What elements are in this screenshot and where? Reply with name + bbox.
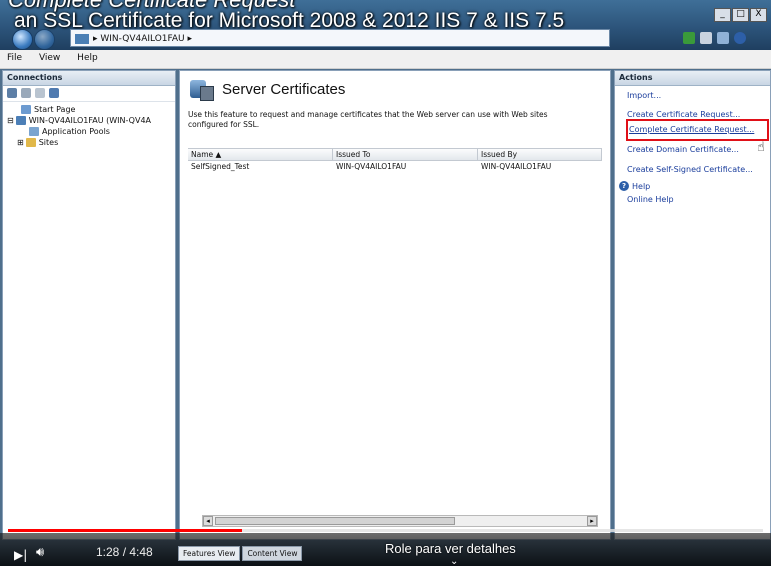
stop-icon[interactable] — [700, 32, 712, 44]
expand-icon[interactable]: ⊞ — [17, 137, 24, 148]
table-header: Name ▲ Issued To Issued By — [188, 148, 602, 161]
server-icon — [75, 33, 89, 44]
actions-pane: Actions Import... Create Certificate Req… — [614, 70, 771, 540]
video-progress-bar[interactable] — [8, 529, 763, 532]
page-title: Server Certificates — [222, 80, 346, 98]
certificates-table: Name ▲ Issued To Issued By SelfSigned_Te… — [188, 148, 602, 173]
connections-pane: Connections Start Page ⊟ WIN-QV4AILO1FAU… — [2, 70, 176, 540]
tree-item-label: Application Pools — [42, 127, 110, 136]
save-icon[interactable] — [21, 88, 31, 98]
action-online-help[interactable]: Online Help — [615, 192, 770, 208]
action-create-certificate-request[interactable]: Create Certificate Request... — [615, 106, 770, 120]
app-pool-icon — [29, 127, 39, 136]
menu-bar: File View Help — [0, 50, 771, 69]
feature-header: Server Certificates — [180, 71, 610, 107]
video-played-bar — [8, 529, 243, 532]
connections-tree: Start Page ⊟ WIN-QV4AILO1FAU (WIN-QV4A A… — [3, 102, 175, 148]
connect-icon[interactable] — [7, 88, 17, 98]
minimize-button[interactable]: _ — [714, 8, 731, 22]
action-help[interactable]: ? Help — [615, 180, 770, 192]
home-icon[interactable] — [717, 32, 729, 44]
help-label: Help — [632, 181, 651, 191]
tree-item-server[interactable]: ⊟ WIN-QV4AILO1FAU (WIN-QV4A — [7, 115, 175, 126]
volume-icon[interactable]: 🔊︎ — [36, 545, 44, 560]
feature-description: Use this feature to request and manage c… — [188, 110, 548, 129]
view-tabs: Features View Content View — [178, 546, 303, 561]
disconnect-icon[interactable] — [49, 88, 59, 98]
tree-item-start-page[interactable]: Start Page — [7, 104, 175, 115]
back-button[interactable] — [12, 29, 33, 50]
close-button[interactable]: X — [750, 8, 767, 22]
server-certificates-icon — [190, 78, 214, 101]
sites-folder-icon — [25, 138, 36, 147]
connections-toolbar — [3, 86, 175, 102]
tab-features-view[interactable]: Features View — [178, 546, 241, 561]
up-icon[interactable] — [35, 88, 45, 98]
video-buffered-bar — [242, 529, 673, 532]
scroll-left-icon[interactable]: ◂ — [203, 516, 213, 526]
cell-issued-by: WIN-QV4AILO1FAU — [481, 162, 552, 171]
server-icon — [15, 116, 26, 125]
play-pause-icon[interactable]: ▶| — [14, 548, 27, 562]
menu-help[interactable]: Help — [70, 50, 105, 63]
menu-view[interactable]: View — [32, 50, 67, 63]
tree-item-label: Start Page — [34, 105, 76, 114]
actions-heading: Actions — [615, 71, 770, 86]
tab-content-view[interactable]: Content View — [242, 546, 303, 561]
address-bar[interactable]: ▸ WIN-QV4AILO1FAU ▸ — [70, 29, 610, 47]
toolbar-right — [683, 30, 771, 46]
column-issued-by[interactable]: Issued By — [478, 149, 602, 160]
cell-issued-to: WIN-QV4AILO1FAU — [336, 162, 407, 171]
menu-file[interactable]: File — [0, 50, 29, 63]
overlay-hint: Role para ver detalhes — [385, 541, 516, 556]
tree-item-sites[interactable]: ⊞ Sites — [7, 137, 175, 148]
collapse-icon[interactable]: ⊟ — [7, 115, 14, 126]
connect-icon[interactable] — [683, 32, 695, 44]
column-name[interactable]: Name ▲ — [188, 149, 333, 160]
table-row[interactable]: SelfSigned_Test WIN-QV4AILO1FAU WIN-QV4A… — [188, 161, 602, 173]
connections-heading: Connections — [3, 71, 175, 86]
features-pane: Server Certificates Use this feature to … — [179, 70, 611, 540]
window-titlebar: Complete Certificate Request an SSL Cert… — [0, 0, 771, 50]
hand-cursor-icon: ☝ — [757, 140, 765, 155]
window-controls: _ □ X — [714, 8, 767, 22]
address-text: ▸ WIN-QV4AILO1FAU ▸ — [93, 34, 192, 44]
action-complete-certificate-request[interactable]: Complete Certificate Request... — [626, 119, 769, 141]
scroll-thumb[interactable] — [215, 517, 455, 525]
action-create-self-signed-certificate[interactable]: Create Self-Signed Certificate... — [615, 160, 770, 180]
column-issued-to[interactable]: Issued To — [333, 149, 478, 160]
help-icon: ? — [619, 181, 629, 191]
action-import[interactable]: Import... — [615, 86, 770, 106]
cell-name: SelfSigned_Test — [191, 162, 250, 171]
video-time: 1:28 / 4:48 — [96, 545, 153, 559]
tree-item-label: Sites — [38, 138, 59, 147]
horizontal-scrollbar[interactable]: ◂ ▸ — [202, 515, 598, 527]
chevron-down-icon[interactable]: ⌄ — [450, 556, 458, 566]
tree-item-label: WIN-QV4AILO1FAU (WIN-QV4A — [28, 116, 152, 125]
video-frame: Complete Certificate Request an SSL Cert… — [0, 0, 771, 566]
action-create-domain-certificate[interactable]: Create Domain Certificate... — [615, 140, 770, 160]
scroll-right-icon[interactable]: ▸ — [587, 516, 597, 526]
start-page-icon — [21, 105, 31, 114]
help-icon[interactable] — [734, 32, 746, 44]
forward-button[interactable] — [34, 29, 55, 50]
tree-item-application-pools[interactable]: Application Pools — [7, 126, 175, 137]
maximize-button[interactable]: □ — [732, 8, 749, 22]
